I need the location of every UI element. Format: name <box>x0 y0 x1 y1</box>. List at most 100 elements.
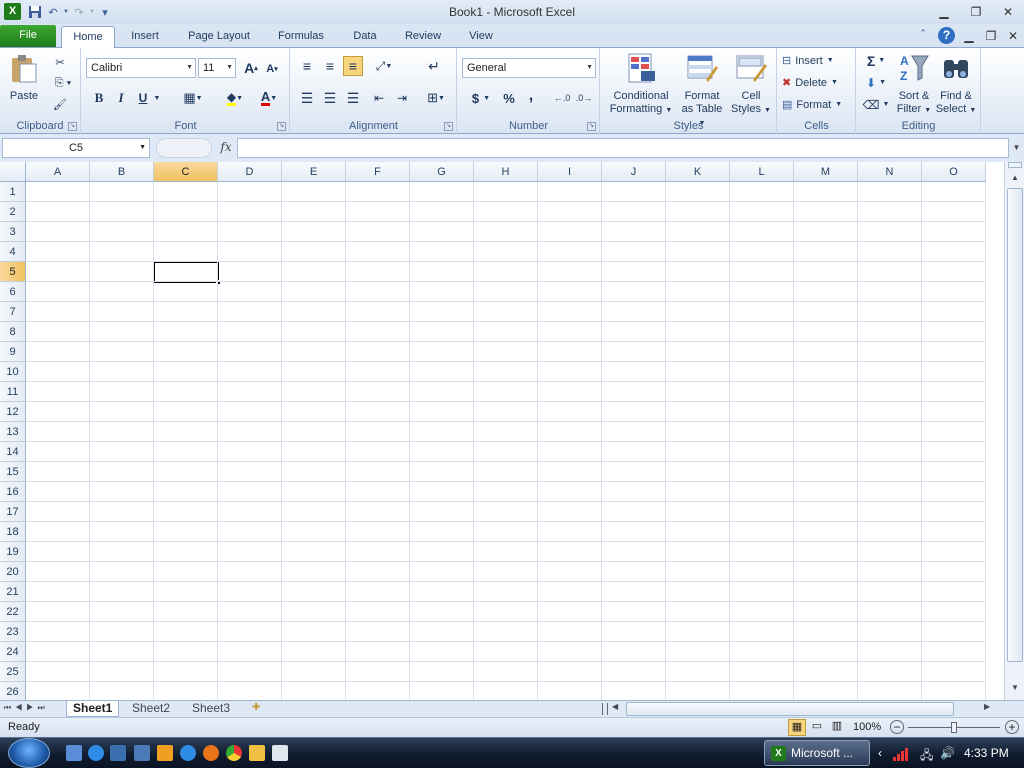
alignment-launcher-icon[interactable]: ↘ <box>444 122 453 131</box>
restore-button[interactable]: ❐ <box>964 3 988 20</box>
sheet-tab-sheet1[interactable]: Sheet1 <box>66 701 120 717</box>
sheet-navigation-icons[interactable]: ⏮◀▶⏭ <box>4 703 64 715</box>
internet-explorer-2-icon[interactable] <box>180 745 196 761</box>
align-center-icon[interactable]: ☰ <box>320 88 340 108</box>
grow-font-button[interactable]: A ▴ <box>242 58 260 78</box>
column-header-a[interactable]: A <box>26 162 90 182</box>
row-header-24[interactable]: 24 <box>0 642 26 662</box>
copy-icon[interactable]: ⎘ ▾ <box>50 74 76 92</box>
insert-function-icon[interactable]: fx <box>216 138 236 158</box>
row-header-15[interactable]: 15 <box>0 462 26 482</box>
insert-cells-button[interactable]: ⊟ Insert ▼ <box>782 51 852 70</box>
cell-styles-button[interactable]: Cell Styles ▼ <box>729 52 773 117</box>
bottom-align-icon[interactable]: ≡ <box>343 56 363 76</box>
tab-split-handle[interactable] <box>602 703 608 715</box>
tab-formulas[interactable]: Formulas <box>268 26 334 48</box>
workbook-restore-button[interactable]: ❐ <box>982 27 1000 44</box>
row-header-1[interactable]: 1 <box>0 182 26 202</box>
font-size-combo[interactable]: 11 ▼ <box>198 58 236 78</box>
close-button[interactable]: ✕ <box>996 3 1020 20</box>
split-box-handle[interactable] <box>1008 162 1022 168</box>
column-header-i[interactable]: I <box>538 162 602 182</box>
row-header-16[interactable]: 16 <box>0 482 26 502</box>
decrease-decimal-icon[interactable]: .0→ <box>574 88 594 108</box>
row-header-8[interactable]: 8 <box>0 322 26 342</box>
screen-icon[interactable] <box>134 745 150 761</box>
font-launcher-icon[interactable]: ↘ <box>277 122 286 131</box>
network-signal-icon[interactable] <box>892 746 910 762</box>
fill-icon[interactable]: ⬇ ▼ <box>861 73 891 92</box>
row-header-17[interactable]: 17 <box>0 502 26 522</box>
font-size-dropdown-icon[interactable]: ▼ <box>226 59 233 77</box>
select-all-corner[interactable] <box>0 162 26 182</box>
row-header-3[interactable]: 3 <box>0 222 26 242</box>
font-name-dropdown-icon[interactable]: ▼ <box>186 59 193 77</box>
italic-button[interactable]: I <box>112 88 130 108</box>
row-header-20[interactable]: 20 <box>0 562 26 582</box>
row-header-2[interactable]: 2 <box>0 202 26 222</box>
vertical-scroll-thumb[interactable] <box>1007 188 1023 662</box>
notepad-icon[interactable] <box>272 745 288 761</box>
column-header-c[interactable]: C <box>154 162 218 182</box>
column-header-d[interactable]: D <box>218 162 282 182</box>
page-layout-view-icon[interactable]: ▭ <box>808 719 826 736</box>
fill-color-icon[interactable]: ◆ ▼ <box>220 88 250 108</box>
column-header-b[interactable]: B <box>90 162 154 182</box>
row-header-5[interactable]: 5 <box>0 262 26 282</box>
delete-cells-button[interactable]: ✖ Delete ▼ <box>782 73 852 92</box>
excel-taskbar-button[interactable]: X Microsoft ... <box>764 740 870 766</box>
find-select-button[interactable]: Find & Select ▼ <box>935 52 977 117</box>
volume-icon[interactable]: 🔊 <box>940 746 956 762</box>
expand-formula-bar-icon[interactable]: ▼ <box>1010 138 1023 158</box>
tab-file[interactable]: File <box>0 25 56 47</box>
middle-align-icon[interactable]: ≡ <box>320 56 340 76</box>
column-header-j[interactable]: J <box>602 162 666 182</box>
formula-input[interactable] <box>237 138 1009 158</box>
row-header-4[interactable]: 4 <box>0 242 26 262</box>
underline-dropdown-icon[interactable]: ▼ <box>152 88 162 108</box>
merge-center-icon[interactable]: ⊞ ▼ <box>421 88 451 108</box>
firefox-icon[interactable] <box>203 745 219 761</box>
row-header-10[interactable]: 10 <box>0 362 26 382</box>
column-header-m[interactable]: M <box>794 162 858 182</box>
scroll-down-icon[interactable]: ▼ <box>1007 680 1023 696</box>
align-left-icon[interactable]: ☰ <box>297 88 317 108</box>
normal-view-icon[interactable]: ▦ <box>788 719 806 736</box>
tab-data[interactable]: Data <box>342 26 388 48</box>
increase-decimal-icon[interactable]: ←.0 <box>552 88 572 108</box>
tab-view[interactable]: View <box>458 26 504 48</box>
tab-home[interactable]: Home <box>61 26 115 49</box>
percent-button[interactable]: % <box>500 88 518 108</box>
formula-bar-divider-handle[interactable] <box>156 138 212 158</box>
scroll-up-icon[interactable]: ▲ <box>1007 170 1023 186</box>
vertical-scrollbar[interactable]: ▲ ▼ <box>1004 162 1024 700</box>
align-right-icon[interactable]: ☰ <box>343 88 363 108</box>
checkmark-app-icon[interactable] <box>249 745 265 761</box>
tab-review[interactable]: Review <box>396 26 450 48</box>
insert-sheet-icon[interactable]: ✚ <box>252 702 270 716</box>
row-header-7[interactable]: 7 <box>0 302 26 322</box>
show-hidden-icons-icon[interactable]: ‹ <box>878 746 882 760</box>
increase-indent-icon[interactable]: ⇥ <box>392 88 412 108</box>
row-header-12[interactable]: 12 <box>0 402 26 422</box>
network-icon[interactable]: 🖧 <box>920 746 936 762</box>
zoom-level[interactable]: 100% <box>853 721 881 733</box>
horizontal-scroll-thumb[interactable] <box>626 702 954 716</box>
tab-page-layout[interactable]: Page Layout <box>180 26 258 48</box>
zoom-in-button[interactable]: + <box>1005 720 1019 734</box>
format-as-table-button[interactable]: Format as Table ▼ <box>677 52 727 130</box>
column-header-f[interactable]: F <box>346 162 410 182</box>
currency-button[interactable]: $ ▼ <box>466 88 496 108</box>
clipboard-launcher-icon[interactable]: ↘ <box>68 122 77 131</box>
row-header-11[interactable]: 11 <box>0 382 26 402</box>
scroll-left-icon[interactable]: ◀ <box>612 702 624 716</box>
tab-insert[interactable]: Insert <box>120 26 170 48</box>
row-header-23[interactable]: 23 <box>0 622 26 642</box>
start-button-icon[interactable] <box>8 738 50 768</box>
borders-icon[interactable]: ▦ ▼ <box>178 88 208 108</box>
row-header-13[interactable]: 13 <box>0 422 26 442</box>
workbook-close-button[interactable]: ✕ <box>1004 27 1022 44</box>
column-header-k[interactable]: K <box>666 162 730 182</box>
format-painter-icon[interactable]: 🖌 <box>50 95 70 113</box>
internet-explorer-icon[interactable] <box>88 745 104 761</box>
